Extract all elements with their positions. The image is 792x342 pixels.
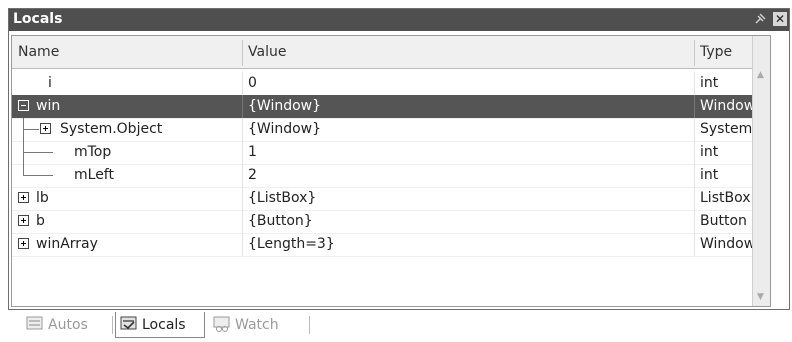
- row-value: {Window}: [248, 98, 322, 114]
- table-row[interactable]: mLeft 2 int: [12, 164, 770, 188]
- close-icon[interactable]: ✕: [773, 12, 787, 26]
- tree-line: [23, 152, 53, 153]
- tab-locals-label: Locals: [142, 317, 186, 333]
- table-row[interactable]: lb {ListBox} ListBox: [12, 187, 770, 211]
- window-title: Locals: [13, 11, 63, 27]
- tab-watch[interactable]: Watch: [209, 312, 305, 338]
- collapse-icon[interactable]: [18, 100, 29, 111]
- row-type: ListBox: [700, 190, 751, 206]
- expand-icon[interactable]: [18, 238, 29, 249]
- expand-icon[interactable]: [18, 192, 29, 203]
- column-resize-handle[interactable]: [694, 40, 695, 66]
- row-type: int: [700, 167, 719, 183]
- table-row[interactable]: winArray {Length=3} Window[]: [12, 233, 770, 257]
- row-type: int: [700, 75, 719, 91]
- locals-window: Locals ✕ Name Value Type i 0 int win {Wi…: [8, 8, 790, 310]
- column-header-value[interactable]: Value: [248, 44, 286, 60]
- row-type: Window: [700, 98, 756, 114]
- row-name: i: [48, 75, 52, 91]
- tab-autos[interactable]: Autos: [22, 312, 108, 338]
- tree-line: [23, 175, 53, 176]
- row-value: 1: [248, 144, 257, 160]
- expand-icon[interactable]: [18, 215, 29, 226]
- row-value: 0: [248, 75, 257, 91]
- tree-line: [23, 129, 39, 130]
- column-header-name[interactable]: Name: [18, 44, 59, 60]
- row-type: int: [700, 144, 719, 160]
- title-bar: Locals ✕: [9, 9, 789, 31]
- row-value: {Length=3}: [248, 236, 335, 252]
- watch-icon: [213, 316, 230, 332]
- column-resize-handle[interactable]: [242, 40, 243, 66]
- locals-icon: [120, 316, 137, 330]
- scroll-up-icon[interactable]: ▲: [757, 70, 764, 80]
- scroll-down-icon[interactable]: ▼: [757, 292, 764, 302]
- row-name: mTop: [74, 144, 112, 160]
- row-name: win: [36, 98, 61, 114]
- row-name: System.Object: [60, 121, 163, 137]
- row-value: {Window}: [248, 121, 322, 137]
- row-name: mLeft: [74, 167, 114, 183]
- table-row[interactable]: b {Button} Button: [12, 210, 770, 234]
- expand-icon[interactable]: [40, 123, 51, 134]
- pin-icon[interactable]: [753, 12, 767, 26]
- autos-icon: [26, 316, 43, 330]
- row-name: winArray: [36, 236, 98, 252]
- row-value: {ListBox}: [248, 190, 317, 206]
- row-name: b: [36, 213, 45, 229]
- table-row[interactable]: System.Object {Window} System.C: [12, 118, 770, 142]
- row-value: {Button}: [248, 213, 313, 229]
- table-row[interactable]: win {Window} Window: [12, 95, 770, 119]
- tab-autos-label: Autos: [48, 317, 88, 333]
- grid-header: Name Value Type: [12, 36, 770, 69]
- row-value: 2: [248, 167, 257, 183]
- column-header-type[interactable]: Type: [700, 44, 732, 60]
- table-row[interactable]: mTop 1 int: [12, 141, 770, 165]
- tab-watch-label: Watch: [235, 317, 279, 333]
- locals-grid: Name Value Type i 0 int win {Window} Win…: [11, 35, 771, 307]
- tab-locals[interactable]: Locals: [115, 312, 205, 338]
- vertical-scrollbar[interactable]: ▲ ▼: [752, 36, 770, 306]
- table-row[interactable]: i 0 int: [12, 72, 770, 96]
- row-type: Button: [700, 213, 747, 229]
- row-name: lb: [36, 190, 49, 206]
